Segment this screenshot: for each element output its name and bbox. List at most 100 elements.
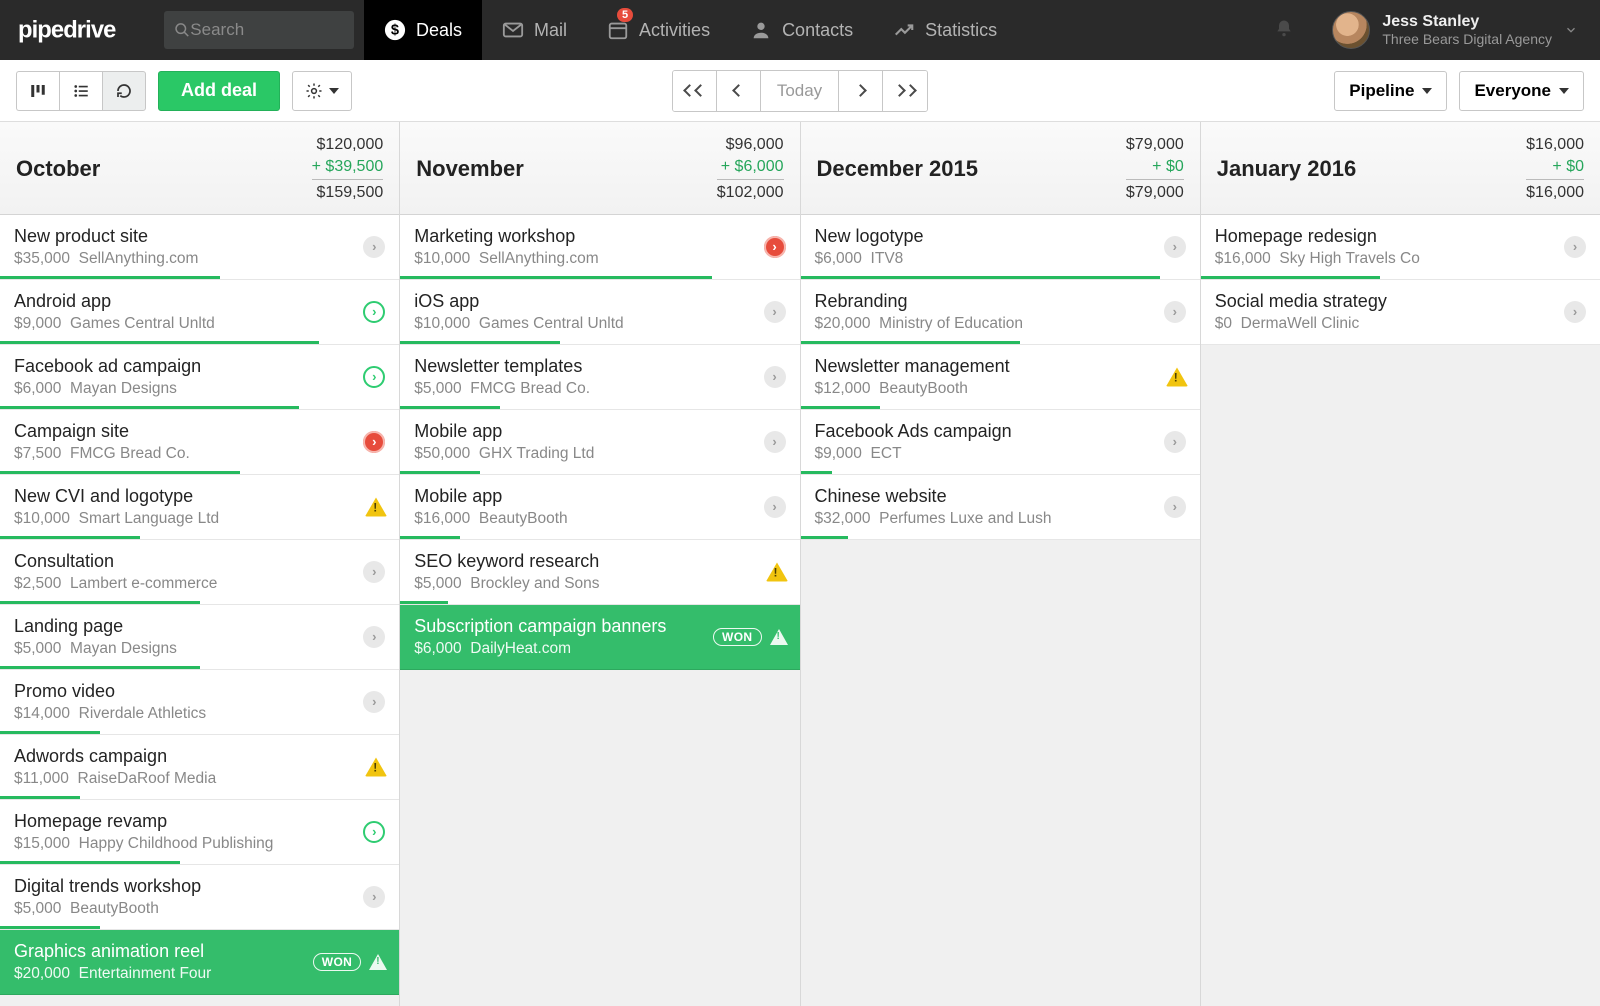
nav-statistics-label: Statistics [925,20,997,41]
deal-org: ITV8 [871,250,904,267]
deal-org: BeautyBooth [479,510,568,527]
deal-card[interactable]: Campaign site $7,500 FMCG Bread Co. › [0,410,399,475]
deal-progress [0,276,220,279]
deal-card[interactable]: Facebook ad campaign $6,000 Mayan Design… [0,345,399,410]
deal-subtitle: $6,000 Mayan Designs [14,380,347,398]
deal-amount: $7,500 [14,445,61,462]
deal-card[interactable]: Mobile app $50,000 GHX Trading Ltd › [400,410,799,475]
deal-card[interactable]: Newsletter management $12,000 BeautyBoot… [801,345,1200,410]
svg-text:pipedrive: pipedrive [18,17,116,43]
deal-org: Riverdale Athletics [79,705,207,722]
deal-card[interactable]: Android app $9,000 Games Central Unltd › [0,280,399,345]
status-icon: › [764,496,786,518]
deal-card[interactable]: Marketing workshop $10,000 SellAnything.… [400,215,799,280]
toolbar: Add deal Today Pipeline Everyone [0,60,1600,122]
column-title: November [416,156,524,182]
nav-statistics[interactable]: Statistics [873,0,1017,60]
deal-card[interactable]: Promo video $14,000 Riverdale Athletics … [0,670,399,735]
nav-deals[interactable]: $ Deals [364,0,482,60]
search-input[interactable] [190,20,344,40]
nav-mail[interactable]: Mail [482,0,587,60]
won-indicator: WON [313,953,388,971]
bell-icon [1274,18,1294,38]
deal-card[interactable]: Consultation $2,500 Lambert e-commerce › [0,540,399,605]
nav-contacts[interactable]: Contacts [730,0,873,60]
deal-amount: $20,000 [14,965,70,982]
deal-org: SellAnything.com [79,250,199,267]
deal-progress [0,601,200,604]
top-nav: pipedrive $ Deals Mail 5 Activities Cont… [0,0,1600,60]
deal-card[interactable]: Graphics animation reel $20,000 Entertai… [0,930,399,995]
deal-card[interactable]: Social media strategy $0 DermaWell Clini… [1201,280,1600,345]
deal-card[interactable]: Subscription campaign banners $6,000 Dai… [400,605,799,670]
view-list-button[interactable] [59,71,102,111]
forecast-column: November $96,000 + $6,000 $102,000 Marke… [400,122,800,1006]
deal-title: Homepage redesign [1215,226,1548,247]
deal-org: Sky High Travels Co [1279,250,1419,267]
add-deal-button[interactable]: Add deal [158,71,280,111]
nav-activities[interactable]: 5 Activities [587,0,730,60]
view-forecast-button[interactable] [102,71,146,111]
deal-card[interactable]: Facebook Ads campaign $9,000 ECT › [801,410,1200,475]
deal-card[interactable]: New product site $35,000 SellAnything.co… [0,215,399,280]
forecast-board: October $120,000 + $39,500 $159,500 New … [0,122,1600,1006]
deal-org: GHX Trading Ltd [479,445,594,462]
deal-amount: $10,000 [14,510,70,527]
deal-card[interactable]: New logotype $6,000 ITV8 › [801,215,1200,280]
sum-base: $16,000 [1526,134,1584,156]
nav-first-button[interactable] [673,71,717,111]
deal-subtitle: $9,000 ECT [815,445,1148,463]
pipeline-filter[interactable]: Pipeline [1334,71,1447,111]
column-cards: New logotype $6,000 ITV8 › Rebranding $2… [801,215,1200,540]
status-icon: › [1164,496,1186,518]
deal-card[interactable]: iOS app $10,000 Games Central Unltd › [400,280,799,345]
notifications-bell[interactable] [1258,18,1310,43]
nav-last-button[interactable] [883,71,927,111]
deal-amount: $50,000 [414,445,470,462]
deal-card[interactable]: Mobile app $16,000 BeautyBooth › [400,475,799,540]
deal-card[interactable]: New CVI and logotype $10,000 Smart Langu… [0,475,399,540]
today-label: Today [761,71,839,111]
deal-amount: $5,000 [14,900,61,917]
status-icon: › [363,886,385,908]
sum-total: $79,000 [1126,180,1184,204]
nav-prev-button[interactable] [717,71,761,111]
deal-org: DermaWell Clinic [1241,315,1360,332]
status-icon: › [1164,236,1186,258]
deal-amount: $5,000 [414,380,461,397]
status-icon: › [1564,236,1586,258]
deal-subtitle: $6,000 ITV8 [815,250,1148,268]
deal-card[interactable]: Adwords campaign $11,000 RaiseDaRoof Med… [0,735,399,800]
deal-card[interactable]: SEO keyword research $5,000 Brockley and… [400,540,799,605]
deal-subtitle: $32,000 Perfumes Luxe and Lush [815,510,1148,528]
user-menu[interactable]: Jess Stanley Three Bears Digital Agency [1310,11,1600,49]
deal-card[interactable]: Digital trends workshop $5,000 BeautyBoo… [0,865,399,930]
deal-card[interactable]: Chinese website $32,000 Perfumes Luxe an… [801,475,1200,540]
view-pipeline-button[interactable] [16,71,59,111]
deal-progress [801,341,1021,344]
deal-org: Brockley and Sons [470,575,599,592]
deal-amount: $6,000 [414,640,461,657]
nav-next-button[interactable] [839,71,883,111]
deal-title: Rebranding [815,291,1148,312]
deal-progress [0,341,319,344]
deal-card[interactable]: Homepage revamp $15,000 Happy Childhood … [0,800,399,865]
deal-progress [400,536,460,539]
deal-subtitle: $10,000 Smart Language Ltd [14,510,347,528]
settings-button[interactable] [292,71,352,111]
user-name: Jess Stanley [1382,13,1552,31]
deal-org: FMCG Bread Co. [70,445,190,462]
dollar-icon: $ [384,19,406,41]
deal-org: Ministry of Education [879,315,1023,332]
deal-card[interactable]: Newsletter templates $5,000 FMCG Bread C… [400,345,799,410]
owner-filter[interactable]: Everyone [1459,71,1584,111]
deal-card[interactable]: Homepage redesign $16,000 Sky High Trave… [1201,215,1600,280]
deal-card[interactable]: Landing page $5,000 Mayan Designs › [0,605,399,670]
deal-progress [801,276,1160,279]
deal-subtitle: $16,000 BeautyBooth [414,510,747,528]
deal-card[interactable]: Rebranding $20,000 Ministry of Education… [801,280,1200,345]
list-icon [72,82,90,100]
brand-logo[interactable]: pipedrive [0,17,164,43]
search-box[interactable] [164,11,354,49]
refresh-icon [115,82,133,100]
